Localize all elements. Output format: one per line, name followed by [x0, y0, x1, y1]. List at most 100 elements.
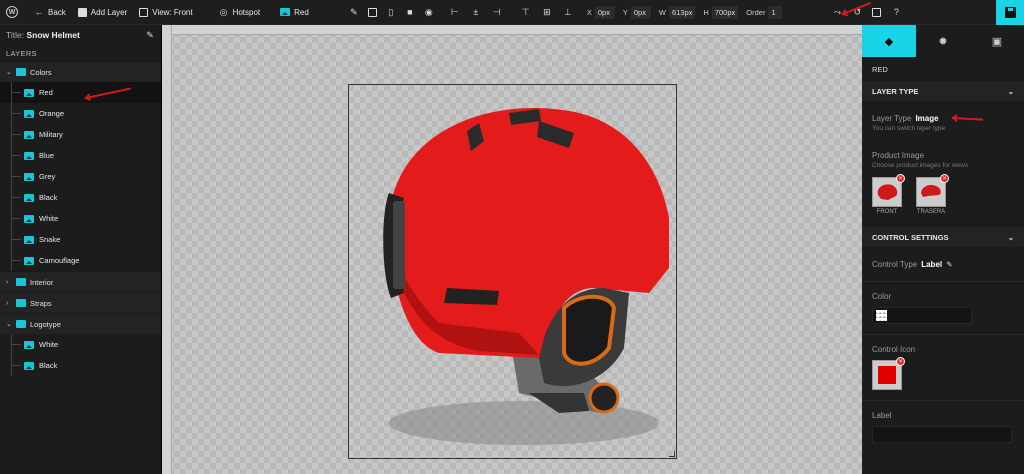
vertical-ruler — [162, 25, 172, 474]
trash-icon[interactable]: ▯ — [386, 7, 396, 17]
thumb-front[interactable]: × FRONT — [872, 174, 905, 215]
align-top-icon[interactable]: ⊤ — [521, 7, 531, 17]
hotspot-button[interactable]: ◎ Hotspot — [213, 0, 267, 25]
tab-settings[interactable]: ✹ — [916, 25, 970, 57]
layer-item-snake[interactable]: Snake — [0, 229, 161, 250]
align-left-icon[interactable]: ⊢ — [450, 7, 460, 17]
copy-icon[interactable] — [872, 7, 882, 17]
remove-image-icon[interactable]: × — [896, 174, 905, 183]
control-icon-section: Control Icon × — [862, 335, 1024, 400]
layer-item-blue[interactable]: Blue — [0, 145, 161, 166]
group-logotype[interactable]: ⌄ Logotype — [0, 313, 161, 334]
x-input[interactable]: 0px — [594, 5, 615, 19]
group-straps[interactable]: › Straps — [0, 292, 161, 313]
layer-item-black[interactable]: Black — [0, 187, 161, 208]
chevron-right-icon: › — [6, 278, 9, 286]
chevron-right-icon: › — [6, 299, 9, 307]
design-canvas[interactable] — [162, 25, 862, 474]
y-input[interactable]: 0px — [630, 5, 651, 19]
image-icon — [24, 256, 34, 265]
thumb-trasera[interactable]: × TRASERA — [916, 174, 949, 215]
save-button[interactable] — [996, 0, 1024, 25]
layer-item-orange[interactable]: Orange — [0, 103, 161, 124]
view-icon — [139, 7, 149, 17]
control-settings-accordion[interactable]: CONTROL SETTINGS ⌄ — [862, 227, 1024, 247]
layer-item-red[interactable]: Red — [0, 82, 161, 103]
folder-icon — [16, 320, 26, 328]
chevron-down-icon: ⌄ — [6, 69, 12, 76]
pencil-icon[interactable]: ✎ — [946, 260, 952, 269]
folder-icon — [16, 299, 26, 307]
y-field: Y 0px — [623, 5, 651, 19]
plus-square-icon — [77, 7, 87, 17]
w-input[interactable]: 613px — [668, 5, 696, 19]
product-title-row: Title: Snow Helmet ✎ — [6, 29, 155, 41]
align-right-icon[interactable]: ⊣ — [492, 7, 502, 17]
remove-icon-icon[interactable]: × — [896, 357, 905, 366]
label-input[interactable] — [872, 426, 1012, 443]
resize-handle[interactable] — [669, 451, 675, 457]
duplicate-icon[interactable] — [367, 7, 377, 17]
tab-layers[interactable]: ◆ — [862, 25, 916, 57]
product-image-section: Product Image Choose product images for … — [872, 151, 969, 215]
layer-item-grey[interactable]: Grey — [0, 166, 161, 187]
control-type-value[interactable]: Label — [921, 260, 942, 269]
properties-panel: ◆ ✹ ▣ RED LAYER TYPE ⌄ Layer Type Image Y… — [862, 25, 1024, 474]
layer-item-military[interactable]: Military — [0, 124, 161, 145]
control-type-section: Control Type Label ✎ — [872, 260, 953, 269]
lock-icon[interactable]: ■ — [405, 7, 415, 17]
align-tools: ⊢ ± ⊣ ⊤ ⊞ ⊥ — [450, 0, 573, 25]
layer-type-value[interactable]: Image — [915, 114, 938, 123]
h-input[interactable]: 700px — [711, 5, 739, 19]
image-icon — [24, 151, 34, 160]
pencil-icon[interactable]: ✎ — [349, 7, 359, 17]
image-icon — [24, 130, 34, 139]
layers-heading: LAYERS — [6, 48, 37, 58]
chevron-down-icon: ⌄ — [1007, 232, 1014, 242]
edit-title-pencil-icon[interactable]: ✎ — [145, 30, 155, 40]
gear-icon: ✹ — [938, 35, 948, 48]
w-field: W 613px — [659, 5, 696, 19]
helmet-thumbnail — [921, 185, 941, 197]
layers-panel: Title: Snow Helmet ✎ LAYERS ⌄ Colors Red… — [0, 25, 162, 474]
image-icon — [24, 340, 34, 349]
align-bottom-icon[interactable]: ⊥ — [563, 7, 573, 17]
layer-type-accordion[interactable]: LAYER TYPE ⌄ — [862, 81, 1024, 101]
horizontal-ruler — [162, 25, 862, 35]
chevron-down-icon: ⌄ — [1007, 86, 1014, 96]
image-icon — [24, 235, 34, 244]
red-square-swatch — [878, 366, 896, 384]
image-icon — [24, 172, 34, 181]
layer-item-white[interactable]: White — [0, 208, 161, 229]
view-selector-button[interactable]: View: Front — [133, 0, 198, 25]
folder-icon — [16, 68, 26, 76]
x-field: X 0px — [587, 5, 615, 19]
image-layer-icon — [280, 8, 291, 16]
help-icon[interactable]: ? — [891, 7, 901, 17]
properties-tabs: ◆ ✹ ▣ — [862, 25, 1024, 57]
image-icon — [24, 193, 34, 202]
color-input[interactable] — [872, 307, 972, 324]
tab-frame[interactable]: ▣ — [970, 25, 1024, 57]
layer-bounding-box[interactable] — [348, 84, 677, 459]
eye-icon[interactable]: ◉ — [424, 7, 434, 17]
layer-item-camouflage[interactable]: Camouflage — [0, 250, 161, 271]
align-middle-vertical-icon[interactable]: ⊞ — [542, 7, 552, 17]
control-icon-thumb[interactable]: × — [872, 357, 905, 390]
group-interior[interactable]: › Interior — [0, 271, 161, 292]
image-icon — [24, 214, 34, 223]
hotspot-icon: ◎ — [219, 6, 228, 17]
wordpress-logo-icon[interactable]: W — [6, 6, 18, 18]
remove-image-icon[interactable]: × — [940, 174, 949, 183]
chevron-down-icon: ⌄ — [6, 321, 12, 328]
layer-item-logotype-white[interactable]: White — [0, 334, 161, 355]
group-colors[interactable]: ⌄ Colors — [0, 61, 161, 82]
save-disk-icon — [1004, 7, 1016, 18]
align-center-horizontal-icon[interactable]: ± — [471, 7, 481, 17]
back-button[interactable]: ← Back — [28, 0, 72, 25]
add-layer-button[interactable]: Add Layer — [72, 0, 133, 25]
h-field: H 700px — [703, 5, 739, 19]
layer-item-logotype-black[interactable]: Black — [0, 355, 161, 376]
order-input[interactable]: 1 — [768, 5, 783, 19]
current-layer-indicator[interactable]: Red — [274, 0, 315, 25]
